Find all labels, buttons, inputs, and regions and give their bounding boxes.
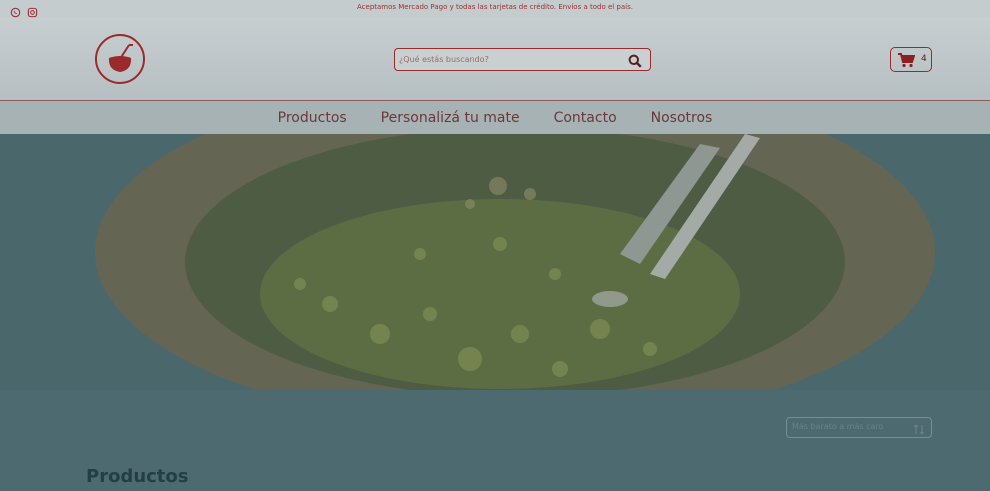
cart-icon [897,52,916,68]
search-bar [394,48,651,71]
announcement-bar: Aceptamos Mercado Pago y todas las tarje… [0,0,990,18]
main-nav: Productos Personalizá tu mate Contacto N… [0,101,990,134]
hero-image [0,134,990,390]
hero-banner [0,134,990,390]
nav-item-productos[interactable]: Productos [278,110,347,126]
nav-item-personaliza[interactable]: Personalizá tu mate [381,110,520,126]
sort-select[interactable]: Más barato a más caro [786,417,932,438]
mate-cup-icon [100,37,140,81]
nav-item-nosotros[interactable]: Nosotros [651,110,713,126]
nav-item-contacto[interactable]: Contacto [554,110,617,126]
cart-count: 4 [921,54,927,64]
promo-text: Aceptamos Mercado Pago y todas las tarje… [357,3,633,11]
site-logo[interactable] [95,34,145,84]
products-heading: Productos [86,466,189,487]
site-header: 4 [0,18,990,101]
sort-label: Más barato a más caro [792,422,884,431]
cart-button[interactable]: 4 [890,47,932,72]
search-icon[interactable] [628,53,642,68]
search-input[interactable] [399,52,619,67]
sort-arrows-icon [913,421,925,435]
